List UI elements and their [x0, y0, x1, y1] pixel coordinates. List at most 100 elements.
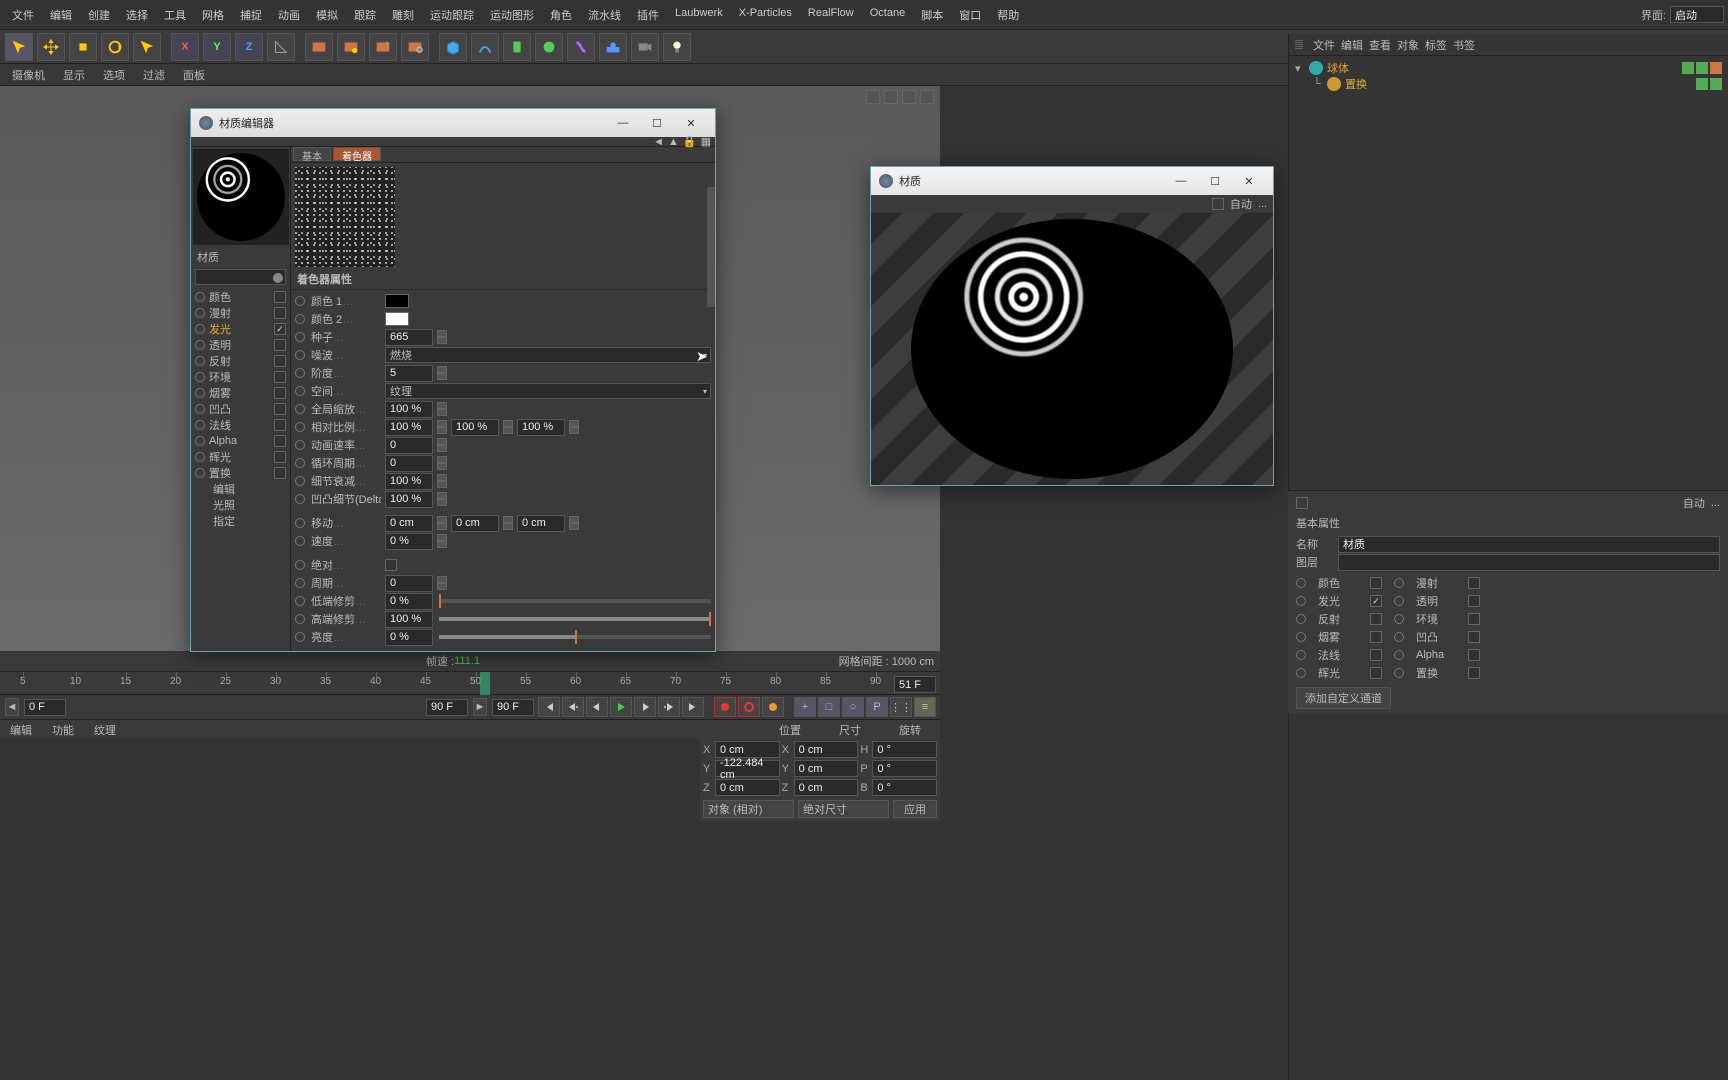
channel-radio[interactable]: [1394, 614, 1404, 624]
spinner-icon[interactable]: [437, 474, 447, 488]
layout-select[interactable]: 启动: [1670, 6, 1724, 23]
shader-preview[interactable]: [295, 167, 395, 267]
range-start-arrow-icon[interactable]: ◄: [5, 698, 19, 716]
material-dropdown[interactable]: [195, 269, 286, 285]
preview-auto[interactable]: 自动: [1230, 196, 1252, 212]
tab-basic[interactable]: 基本: [293, 147, 331, 161]
menu-运动跟踪[interactable]: 运动跟踪: [422, 3, 482, 27]
channel-Alpha[interactable]: Alpha: [195, 433, 286, 449]
rec-rot-icon[interactable]: ○: [842, 697, 864, 717]
maximize-button[interactable]: ☐: [1199, 171, 1231, 191]
spinner-icon[interactable]: [503, 516, 513, 530]
nurbs-icon[interactable]: [503, 33, 531, 61]
coord-rot[interactable]: 0 °: [872, 779, 937, 796]
prop-radio[interactable]: [295, 332, 305, 342]
menu-角色[interactable]: 角色: [542, 3, 580, 27]
menu-Octane[interactable]: Octane: [862, 3, 913, 27]
menu-Laubwerk[interactable]: Laubwerk: [667, 3, 731, 27]
material-thumb[interactable]: [193, 149, 289, 245]
channel-编辑[interactable]: 编辑: [195, 481, 286, 497]
objmgr-tab[interactable]: 对象: [1397, 37, 1419, 53]
lastused-icon[interactable]: [133, 33, 161, 61]
matmgr-tex[interactable]: 纹理: [88, 720, 122, 739]
light-icon[interactable]: [663, 33, 691, 61]
prop-select[interactable]: 纹理: [385, 383, 711, 399]
generator-icon[interactable]: [535, 33, 563, 61]
channel-radio[interactable]: [195, 356, 205, 366]
matmgr-edit[interactable]: 编辑: [4, 720, 38, 739]
vis-tag-icon[interactable]: [1696, 62, 1708, 74]
spinner-icon[interactable]: [437, 516, 447, 530]
prop-radio[interactable]: [295, 476, 305, 486]
coord-pos[interactable]: -122.484 cm: [715, 760, 780, 777]
prop-value[interactable]: 0 cm: [451, 515, 499, 532]
objmgr-tab[interactable]: 查看: [1369, 37, 1391, 53]
nav-back-icon[interactable]: ◄: [653, 136, 664, 148]
tab-shader[interactable]: 着色器: [333, 147, 381, 161]
range-end-arrow-icon[interactable]: ►: [473, 698, 487, 716]
objmgr-tab[interactable]: 标签: [1425, 37, 1447, 53]
coord-mode-select[interactable]: 对象 (相对): [703, 800, 794, 818]
prop-radio[interactable]: [295, 614, 305, 624]
current-frame-field[interactable]: 90 F: [492, 699, 534, 716]
objmgr-tab[interactable]: 文件: [1313, 37, 1335, 53]
menu-插件[interactable]: 插件: [629, 3, 667, 27]
channel-radio[interactable]: [1394, 578, 1404, 588]
maximize-button[interactable]: ☐: [641, 113, 673, 133]
spinner-icon[interactable]: [437, 330, 447, 344]
channel-radio[interactable]: [195, 340, 205, 350]
render-region-icon[interactable]: [337, 33, 365, 61]
prop-select[interactable]: 燃烧: [385, 347, 711, 363]
prop-value[interactable]: 0: [385, 575, 433, 592]
playhead[interactable]: [480, 672, 490, 696]
channel-checkbox[interactable]: [274, 355, 286, 367]
rotate-icon[interactable]: [101, 33, 129, 61]
vis-tag-icon[interactable]: [1710, 78, 1722, 90]
prop-value[interactable]: 100 %: [385, 611, 433, 628]
color-swatch[interactable]: [385, 294, 409, 308]
viewport-camera[interactable]: 摄像机: [4, 65, 53, 85]
scrollbar[interactable]: [707, 187, 715, 307]
rec-scale-icon[interactable]: □: [818, 697, 840, 717]
channel-checkbox[interactable]: [1468, 631, 1480, 643]
channel-透明[interactable]: 透明: [195, 337, 286, 353]
prop-slider[interactable]: [439, 594, 711, 608]
spinner-icon[interactable]: [437, 420, 447, 434]
spinner-icon[interactable]: [437, 366, 447, 380]
live-select-icon[interactable]: [5, 33, 33, 61]
viewport-filter[interactable]: 过滤: [135, 65, 173, 85]
rec-pla-icon[interactable]: ⋮⋮: [890, 697, 912, 717]
channel-checkbox[interactable]: [1370, 577, 1382, 589]
menu-动画[interactable]: 动画: [270, 3, 308, 27]
prop-radio[interactable]: [295, 536, 305, 546]
menu-脚本[interactable]: 脚本: [913, 3, 951, 27]
channel-烟雾[interactable]: 烟雾: [195, 385, 286, 401]
timeline-ruler[interactable]: 51015202530354045505560657075808590 51 F: [0, 671, 940, 695]
prop-value[interactable]: 0: [385, 437, 433, 454]
prop-radio[interactable]: [295, 494, 305, 504]
prop-radio[interactable]: [295, 386, 305, 396]
prop-value[interactable]: 100 %: [385, 491, 433, 508]
channel-漫射[interactable]: 漫射: [195, 305, 286, 321]
environment-icon[interactable]: [599, 33, 627, 61]
render-settings-icon[interactable]: [401, 33, 429, 61]
scale-icon[interactable]: [69, 33, 97, 61]
tree-expand-icon[interactable]: └: [1313, 78, 1323, 90]
render-view-icon[interactable]: [305, 33, 333, 61]
channel-checkbox[interactable]: [274, 451, 286, 463]
channel-radio[interactable]: [1394, 596, 1404, 606]
hud-icon[interactable]: [920, 90, 934, 104]
prev-frame-icon[interactable]: [586, 697, 608, 717]
goto-start-icon[interactable]: [538, 697, 560, 717]
coord-size[interactable]: 0 cm: [794, 760, 859, 777]
channel-环境[interactable]: 环境: [195, 369, 286, 385]
channel-radio[interactable]: [195, 372, 205, 382]
prop-radio[interactable]: [295, 440, 305, 450]
preview-more[interactable]: ...: [1258, 198, 1267, 210]
viewport-options[interactable]: 选项: [95, 65, 133, 85]
channel-checkbox[interactable]: [1370, 631, 1382, 643]
spinner-icon[interactable]: [437, 456, 447, 470]
channel-radio[interactable]: [195, 420, 205, 430]
prop-value[interactable]: 0 %: [385, 629, 433, 646]
prop-radio[interactable]: [295, 368, 305, 378]
